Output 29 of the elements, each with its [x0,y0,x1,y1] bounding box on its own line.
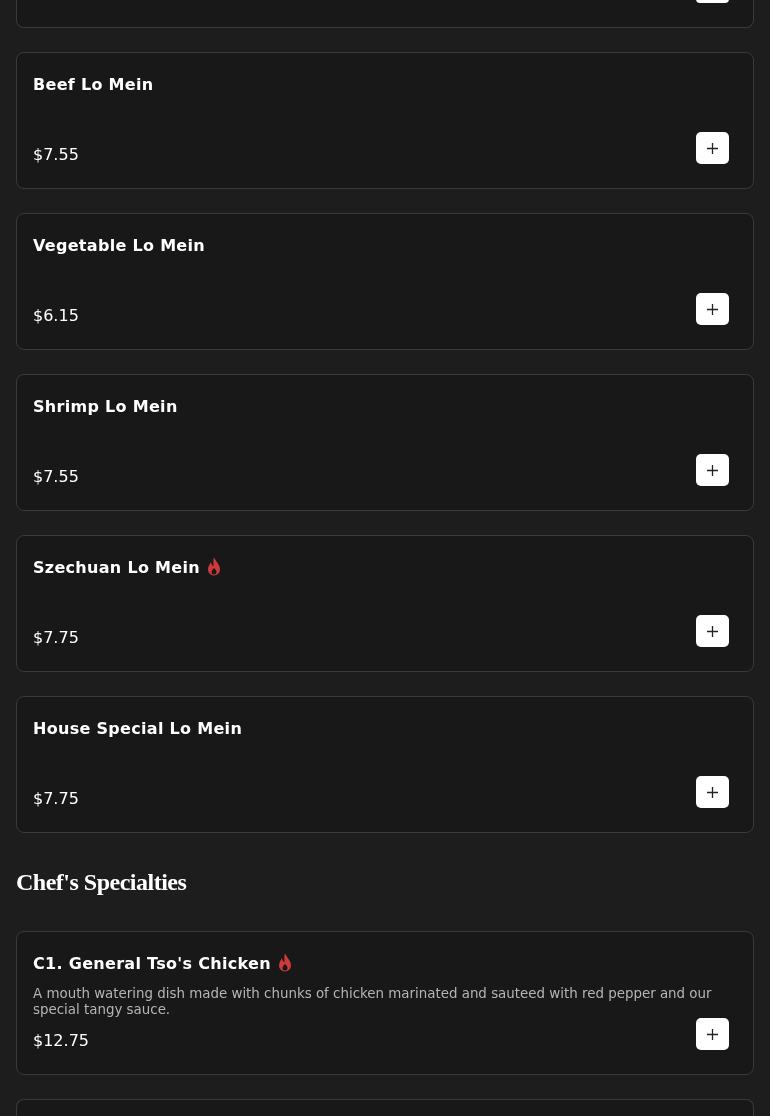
item-name: House Special Lo Mein [33,718,243,738]
add-button[interactable] [696,0,729,3]
section-heading: Chef's Specialties [16,869,188,896]
item-name: C1. General Tso's Chicken [33,953,271,973]
add-button[interactable] [696,615,729,647]
item-price: $7.75 [33,628,79,648]
plus-icon [707,303,718,315]
item-price: $6.15 [33,306,79,326]
flame-icon [205,557,222,577]
item-name: Beef Lo Mein [33,74,154,94]
plus-icon [707,786,718,798]
item-price: $7.55 [33,467,79,487]
item-price: $7.55 [33,145,79,165]
item-price: $7.75 [33,789,79,809]
item-name: Vegetable Lo Mein [33,235,205,255]
plus-icon [707,464,718,476]
item-price: $12.75 [33,1031,89,1051]
add-button[interactable] [696,776,729,808]
add-button[interactable] [696,293,729,325]
item-name: Szechuan Lo Mein [33,557,200,577]
add-button[interactable] [696,454,729,486]
add-button[interactable] [696,132,729,164]
plus-icon [707,1028,718,1040]
item-name: Shrimp Lo Mein [33,396,178,416]
flame-icon [276,953,293,973]
plus-icon [707,625,718,637]
item-description: A mouth watering dish made with chunks of chicken marinated and sauteed with red pepper and our special tangy sauce. [33,986,713,1018]
add-button[interactable] [696,1018,729,1050]
plus-icon [707,142,718,154]
